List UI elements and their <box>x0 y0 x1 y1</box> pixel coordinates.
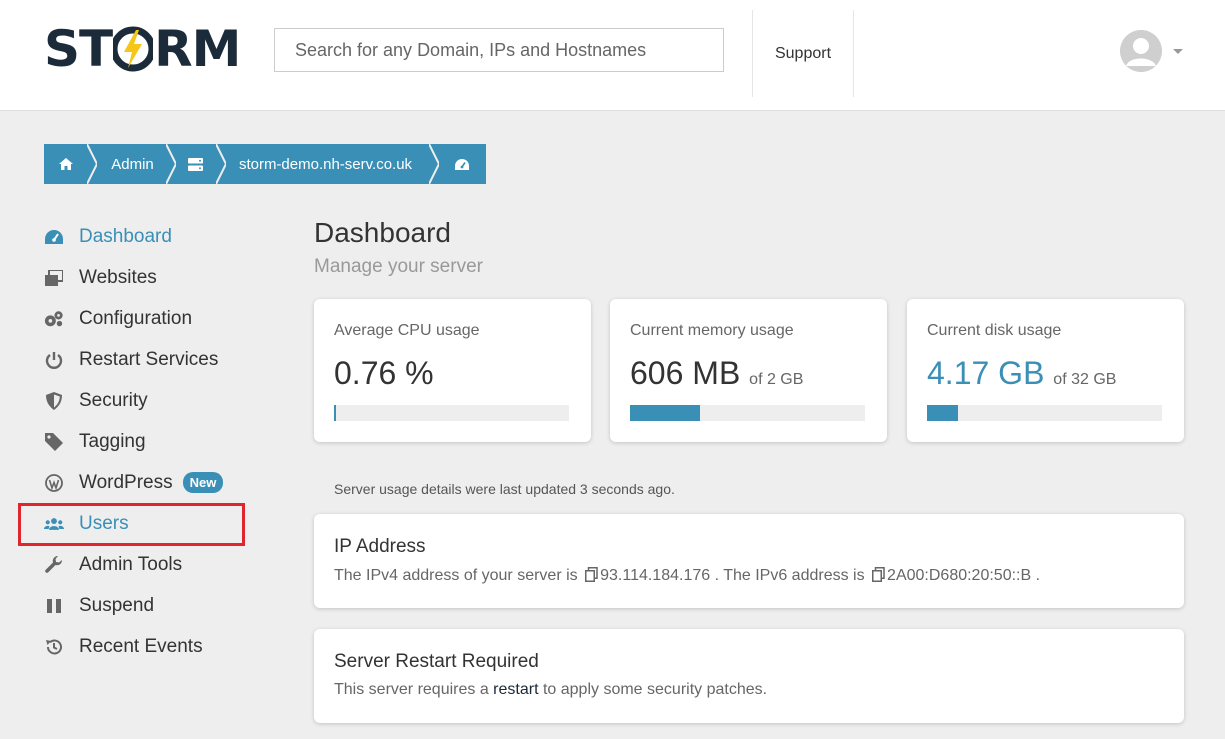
ip-address-description: The IPv4 address of your server is 93.11… <box>334 567 1041 584</box>
sidebar-item-wordpress[interactable]: WordPress New <box>44 462 274 503</box>
sidebar-item-admin-tools[interactable]: Admin Tools <box>44 544 274 585</box>
sidebar-item-tagging[interactable]: Tagging <box>44 421 274 462</box>
usage-updated-text: Server usage details were last updated 3… <box>334 481 675 497</box>
sidebar-item-label: Restart Services <box>79 348 219 370</box>
users-icon <box>44 514 64 534</box>
windows-icon <box>44 268 64 288</box>
breadcrumb-server[interactable]: storm-demo.nh-serv.co.uk <box>217 144 439 184</box>
home-icon <box>59 158 73 170</box>
user-silhouette-icon <box>1120 30 1162 72</box>
cpu-usage-value: 0.76 % <box>334 355 434 391</box>
sidebar-item-label: Recent Events <box>79 635 203 657</box>
breadcrumb-home[interactable] <box>44 144 97 184</box>
restart-link[interactable]: restart <box>493 681 538 698</box>
chevron-down-icon[interactable] <box>1173 48 1183 54</box>
memory-usage-value: 606 MB of 2 GB <box>630 355 804 391</box>
breadcrumb-separator <box>429 144 439 184</box>
ipv4-value[interactable]: 93.114.184.176 <box>600 567 710 584</box>
history-icon <box>44 637 64 657</box>
breadcrumb-server-label: storm-demo.nh-serv.co.uk <box>238 155 413 173</box>
sidebar-item-label: Security <box>79 389 148 411</box>
breadcrumb: Admin storm-demo.nh-serv.co.uk <box>44 144 486 184</box>
top-header: ST RM Support <box>0 0 1225 111</box>
sidebar-item-label: Configuration <box>79 307 193 329</box>
support-link[interactable]: Support <box>752 10 854 97</box>
memory-usage-label: Current memory usage <box>630 322 794 339</box>
server-restart-card: Server Restart Required This server requ… <box>314 629 1184 723</box>
sidebar-item-configuration[interactable]: Configuration <box>44 298 274 339</box>
tachometer-icon <box>455 158 469 170</box>
wrench-icon <box>44 555 64 575</box>
ip-address-title: IP Address <box>334 536 426 557</box>
avatar[interactable] <box>1120 30 1162 72</box>
memory-usage-card: Current memory usage 606 MB of 2 GB <box>610 299 887 442</box>
sidebar-item-security[interactable]: Security <box>44 380 274 421</box>
server-restart-title: Server Restart Required <box>334 651 539 672</box>
sidebar-item-suspend[interactable]: Suspend <box>44 585 274 626</box>
disk-usage-label: Current disk usage <box>927 322 1062 339</box>
breadcrumb-admin-label: Admin <box>111 155 154 173</box>
copy-icon[interactable] <box>872 567 885 582</box>
server-icon <box>187 157 203 171</box>
cpu-usage-label: Average CPU usage <box>334 322 480 339</box>
breadcrumb-admin[interactable]: Admin <box>88 144 176 184</box>
disk-usage-value: 4.17 GB of 32 GB <box>927 355 1117 391</box>
logo-text-left: ST <box>44 20 113 78</box>
cpu-usage-bar <box>334 405 569 421</box>
sidebar-item-websites[interactable]: Websites <box>44 257 274 298</box>
cpu-usage-card: Average CPU usage 0.76 % <box>314 299 591 442</box>
tag-icon <box>44 432 64 452</box>
ip-address-card: IP Address The IPv4 address of your serv… <box>314 514 1184 608</box>
wordpress-icon <box>44 473 64 493</box>
breadcrumb-separator <box>216 144 226 184</box>
breadcrumb-separator <box>87 144 97 184</box>
memory-total: of 2 GB <box>749 371 804 388</box>
memory-usage-bar-fill <box>630 405 700 421</box>
lightning-bolt-icon <box>113 26 154 72</box>
sidebar-item-recent-events[interactable]: Recent Events <box>44 626 274 667</box>
disk-usage-card: Current disk usage 4.17 GB of 32 GB <box>907 299 1184 442</box>
shield-icon <box>44 391 64 411</box>
page-title: Dashboard <box>314 217 451 248</box>
ipv6-value[interactable]: 2A00:D680:20:50::B <box>887 567 1031 584</box>
tachometer-icon <box>44 227 64 247</box>
user-menu[interactable] <box>1120 30 1183 72</box>
copy-icon[interactable] <box>585 567 598 582</box>
sidebar-item-label: Suspend <box>79 594 155 616</box>
storm-logo[interactable]: ST RM <box>44 20 241 78</box>
sidebar-item-users[interactable]: Users <box>44 503 274 544</box>
memory-usage-bar <box>630 405 865 421</box>
sidebar-item-label: Users <box>79 512 129 534</box>
sidebar-item-restart-services[interactable]: Restart Services <box>44 339 274 380</box>
gears-icon <box>44 309 64 329</box>
server-restart-description: This server requires a restart to apply … <box>334 681 768 698</box>
page-subtitle: Manage your server <box>314 256 483 277</box>
new-badge: New <box>182 472 224 493</box>
sidebar-nav: Dashboard Websites Configuration Restart… <box>44 216 274 667</box>
disk-usage-bar-fill <box>927 405 958 421</box>
logo-text-right: RM <box>154 20 241 78</box>
sidebar-item-dashboard[interactable]: Dashboard <box>44 216 274 257</box>
disk-total: of 32 GB <box>1053 371 1117 388</box>
cpu-usage-bar-fill <box>334 405 336 421</box>
sidebar-item-label: Tagging <box>79 430 146 452</box>
power-icon <box>44 350 64 370</box>
sidebar-item-label: Websites <box>79 266 157 288</box>
breadcrumb-separator <box>166 144 176 184</box>
sidebar-item-label: Dashboard <box>79 225 172 247</box>
sidebar-item-label: Admin Tools <box>79 553 183 575</box>
search-input[interactable] <box>274 28 724 72</box>
pause-icon <box>44 596 64 616</box>
disk-usage-bar <box>927 405 1162 421</box>
sidebar-item-label: WordPress <box>79 471 173 493</box>
